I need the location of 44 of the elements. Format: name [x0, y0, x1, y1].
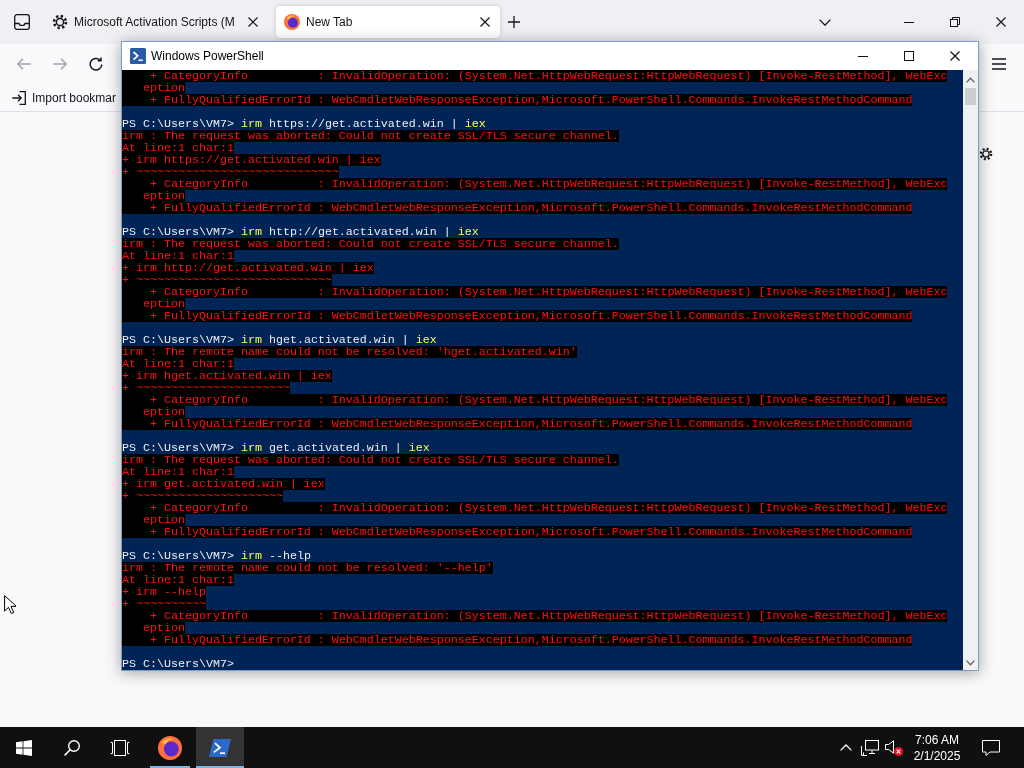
mouse-pointer-icon: [4, 595, 16, 614]
terminal-prompt-icon: [130, 48, 146, 64]
minimize-icon[interactable]: [858, 55, 868, 57]
prompt-line: PS C:\Users\VM7> irm https://get.activated.win | iex: [122, 118, 486, 130]
menu-icon[interactable]: [992, 58, 1006, 70]
network-icon[interactable]: [861, 739, 879, 756]
caret-up-icon[interactable]: [966, 77, 975, 83]
scrollbar-thumb[interactable]: [965, 88, 976, 105]
window-title: Windows PowerShell: [151, 49, 264, 63]
prompt-line: PS C:\Users\VM7> irm --help: [122, 550, 311, 562]
gear-icon[interactable]: [979, 147, 993, 161]
taskbar-app-button[interactable]: [196, 727, 244, 768]
prompt-line: PS C:\Users\VM7> irm http://get.activated.win | iex: [122, 226, 479, 238]
speaker-muted-icon[interactable]: [885, 739, 903, 756]
close-icon[interactable]: [480, 17, 490, 27]
restore-icon[interactable]: [950, 17, 960, 27]
chevron-up-icon[interactable]: [840, 744, 852, 751]
import-icon: [12, 90, 26, 105]
notification-icon[interactable]: [982, 739, 1000, 756]
close-icon[interactable]: [996, 17, 1006, 27]
close-icon[interactable]: [248, 17, 258, 27]
clock[interactable]: 7:06 AM 2/1/2025: [906, 727, 968, 768]
minimize-icon[interactable]: [904, 21, 914, 23]
browser-tab[interactable]: New Tab: [276, 6, 500, 38]
globe-logo-icon: [158, 735, 182, 760]
close-icon[interactable]: [950, 51, 960, 61]
import-bookmarks-button[interactable]: Import bookmar: [10, 85, 119, 110]
tray-icon[interactable]: [14, 14, 30, 30]
caret-down-icon[interactable]: [966, 660, 975, 666]
task-view-icon[interactable]: [110, 739, 130, 756]
scrollbar[interactable]: [963, 70, 978, 670]
prompt-line: PS C:\Users\VM7> irm hget.activated.win | iex: [122, 334, 437, 346]
maximize-icon[interactable]: [904, 51, 914, 61]
chevron-down-icon[interactable]: [819, 18, 831, 26]
globe-logo-icon: [284, 14, 300, 30]
plus-icon[interactable]: [508, 16, 520, 28]
prompt-line: PS C:\Users\VM7>: [122, 658, 234, 670]
terminal-prompt-icon: [209, 738, 231, 757]
search-icon[interactable]: [64, 739, 80, 756]
windows-logo-icon[interactable]: [16, 739, 32, 756]
gear-icon: [52, 14, 68, 30]
browser-tab[interactable]: Microsoft Activation Scripts (M: [44, 6, 268, 38]
reload-icon[interactable]: [89, 57, 103, 71]
prompt-line: PS C:\Users\VM7> irm get.activated.win | iex: [122, 442, 430, 454]
